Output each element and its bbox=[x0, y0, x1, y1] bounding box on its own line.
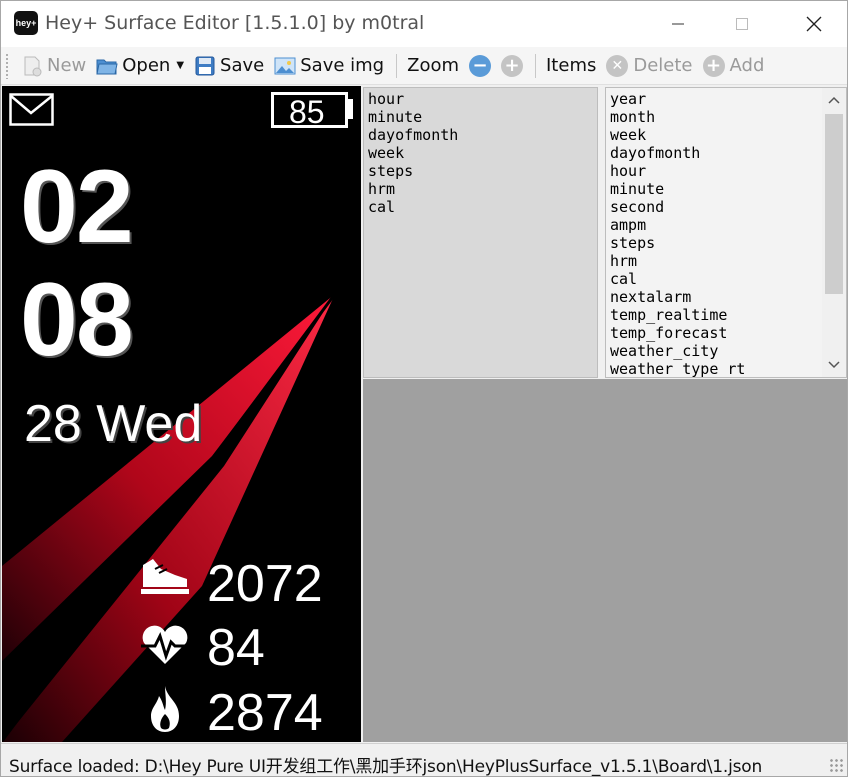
list-item[interactable]: hour bbox=[610, 162, 846, 180]
save-img-button[interactable]: Save img bbox=[270, 51, 388, 81]
list-item[interactable]: year bbox=[610, 90, 846, 108]
minimize-button[interactable] bbox=[655, 1, 701, 47]
list-item[interactable]: dayofmonth bbox=[610, 144, 846, 162]
chevron-down-icon[interactable]: ▼ bbox=[176, 60, 184, 71]
list-item[interactable]: steps bbox=[610, 234, 846, 252]
shoe-icon bbox=[141, 559, 189, 594]
zoom-label: Zoom bbox=[403, 51, 463, 81]
resize-grip[interactable] bbox=[829, 758, 843, 772]
open-button[interactable]: Open ▼ bbox=[92, 51, 188, 81]
list-item[interactable]: cal bbox=[610, 270, 846, 288]
toolbar-grip[interactable] bbox=[5, 52, 9, 79]
app-logo-icon: hey+ bbox=[14, 11, 38, 35]
chevron-down-icon bbox=[828, 361, 840, 369]
add-button[interactable]: + Add bbox=[699, 51, 769, 81]
status-message: Surface loaded: D:\Hey Pure UI开发组工作\黑加手环… bbox=[9, 757, 763, 777]
vertical-scrollbar[interactable] bbox=[822, 88, 846, 377]
save-button[interactable]: Save bbox=[190, 51, 268, 81]
status-bar: Surface loaded: D:\Hey Pure UI开发组工作\黑加手环… bbox=[1, 743, 847, 777]
items-label: Items bbox=[542, 51, 600, 81]
folder-open-icon bbox=[96, 59, 118, 74]
window-title: Hey+ Surface Editor [1.5.1.0] by m0tral bbox=[45, 12, 425, 34]
mail-icon bbox=[9, 93, 54, 126]
scroll-up-button[interactable] bbox=[822, 88, 846, 112]
heart-rate-value: 84 bbox=[207, 619, 265, 677]
watchface-preview[interactable]: 85 02 08 28 Wed 2072 84 2874 bbox=[2, 86, 361, 742]
save-img-button-label: Save img bbox=[300, 55, 385, 76]
chevron-up-icon bbox=[828, 96, 840, 104]
image-icon bbox=[274, 57, 296, 74]
steps-value: 2072 bbox=[207, 555, 323, 613]
save-button-label: Save bbox=[220, 55, 265, 76]
add-circle-icon: + bbox=[702, 54, 725, 77]
list-item[interactable]: week bbox=[368, 144, 593, 162]
list-item[interactable]: second bbox=[610, 198, 846, 216]
close-icon bbox=[806, 16, 822, 32]
battery-tip bbox=[348, 99, 353, 119]
toolbar-separator bbox=[535, 53, 536, 78]
list-item[interactable]: temp_forecast bbox=[610, 324, 846, 342]
toolbar: New Open ▼ Save Save img Zoom − + Items … bbox=[1, 47, 847, 85]
zoom-label-text: Zoom bbox=[407, 55, 459, 76]
list-item[interactable]: week bbox=[610, 126, 846, 144]
list-item[interactable]: cal bbox=[368, 198, 593, 216]
watch-minute: 08 bbox=[20, 262, 134, 378]
available-items-container: year month week dayofmonth hour minute second a… bbox=[610, 90, 846, 377]
list-item[interactable]: temp_realtime bbox=[610, 306, 846, 324]
list-item[interactable]: steps bbox=[368, 162, 593, 180]
scroll-down-button[interactable] bbox=[822, 353, 846, 377]
zoom-out-button[interactable]: − bbox=[465, 51, 495, 81]
maximize-button[interactable] bbox=[719, 1, 765, 47]
used-items-list[interactable]: hour minute dayofmonth week steps hrm cal bbox=[363, 87, 598, 378]
delete-button-label: Delete bbox=[633, 55, 693, 76]
watch-hour: 02 bbox=[20, 149, 134, 265]
toolbar-separator bbox=[396, 53, 398, 78]
zoom-in-button[interactable]: + bbox=[497, 51, 527, 81]
close-button[interactable] bbox=[791, 1, 837, 47]
battery-level: 85 bbox=[289, 94, 325, 130]
empty-workspace bbox=[363, 379, 847, 742]
available-items-list[interactable]: year month week dayofmonth hour minute second a… bbox=[605, 87, 847, 378]
delete-circle-icon: ✕ bbox=[606, 54, 629, 77]
app-window: hey+ Hey+ Surface Editor [1.5.1.0] by m0… bbox=[0, 0, 848, 777]
floppy-disk-icon bbox=[195, 56, 215, 75]
new-file-icon bbox=[24, 56, 42, 76]
list-item[interactable]: hrm bbox=[368, 180, 593, 198]
list-item[interactable]: weather_type_rt bbox=[610, 360, 846, 377]
calories-value: 2874 bbox=[207, 684, 323, 742]
title-bar[interactable]: hey+ Hey+ Surface Editor [1.5.1.0] by m0… bbox=[1, 1, 847, 47]
minimize-icon bbox=[672, 23, 684, 25]
list-item[interactable]: dayofmonth bbox=[368, 126, 593, 144]
list-item[interactable]: month bbox=[610, 108, 846, 126]
list-item[interactable]: minute bbox=[610, 180, 846, 198]
list-item[interactable]: minute bbox=[368, 108, 593, 126]
minus-circle-icon: − bbox=[469, 54, 491, 77]
add-button-label: Add bbox=[729, 55, 765, 76]
new-button[interactable]: New bbox=[17, 51, 90, 81]
heart-rate-icon bbox=[141, 625, 189, 664]
list-item[interactable]: weather_city bbox=[610, 342, 846, 360]
list-item[interactable]: nextalarm bbox=[610, 288, 846, 306]
list-item[interactable]: hrm bbox=[610, 252, 846, 270]
watch-date: 28 Wed bbox=[24, 395, 203, 453]
plus-circle-icon: + bbox=[501, 54, 523, 77]
list-item[interactable]: hour bbox=[368, 90, 593, 108]
flame-icon bbox=[151, 686, 179, 732]
scroll-thumb[interactable] bbox=[825, 114, 843, 294]
new-button-label: New bbox=[47, 55, 87, 76]
list-item[interactable]: ampm bbox=[610, 216, 846, 234]
open-button-label: Open bbox=[122, 55, 171, 76]
items-label-text: Items bbox=[546, 55, 597, 76]
maximize-icon bbox=[736, 18, 748, 30]
delete-button[interactable]: ✕ Delete bbox=[602, 51, 696, 81]
